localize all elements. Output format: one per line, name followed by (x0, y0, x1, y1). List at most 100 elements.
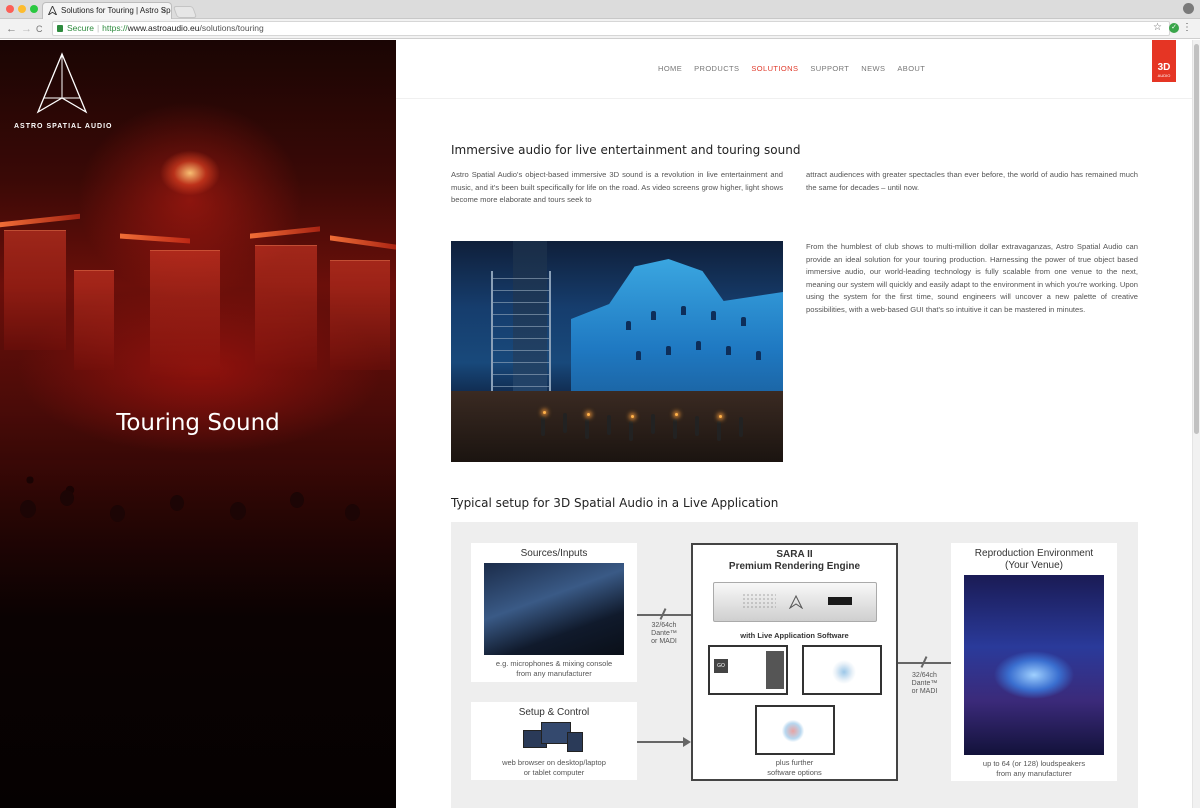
setup-sub1: web browser on desktop/laptop (502, 758, 606, 767)
bookmark-star-icon[interactable]: ☆ (1153, 22, 1162, 34)
photo-performer (739, 417, 743, 437)
maximize-window-button[interactable] (30, 5, 38, 13)
photo-torch (587, 413, 590, 416)
astro-logo[interactable]: ASTRO SPATIAL AUDIO (14, 50, 111, 130)
video-screen (255, 245, 317, 370)
address-separator: | (96, 23, 100, 33)
sara-hardware-image (713, 582, 877, 622)
header-divider (396, 98, 1192, 99)
main-nav: HOME PRODUCTS SOLUTIONS SUPPORT NEWS ABO… (658, 64, 925, 73)
minimize-window-button[interactable] (18, 5, 26, 13)
software-screenshot-2 (802, 645, 882, 695)
link1-line1: 32/64ch (651, 622, 677, 629)
reload-button[interactable]: C (36, 22, 43, 36)
photo-performer (607, 415, 611, 435)
photo-ground (451, 391, 783, 462)
nav-support[interactable]: SUPPORT (810, 64, 849, 73)
nav-home[interactable]: HOME (658, 64, 682, 73)
stage-light (250, 226, 320, 239)
badge-audio-text: AUDIO (1157, 73, 1171, 78)
repro-title: Reproduction Environment (974, 548, 1094, 559)
tab-close-icon[interactable]: × (161, 3, 166, 19)
3d-audio-badge[interactable]: 3D AUDIO (1152, 40, 1176, 82)
server-grill (742, 593, 776, 609)
hero-title: Touring Sound (116, 410, 280, 436)
software-go-button: GO (714, 659, 728, 673)
forward-button[interactable]: → (21, 22, 32, 36)
nav-solutions[interactable]: SOLUTIONS (751, 64, 798, 73)
repro-subtitle: (Your Venue) (1004, 560, 1063, 571)
photo-window (681, 306, 686, 315)
software-screenshot-3 (755, 705, 835, 755)
photo-window (741, 317, 746, 326)
sources-sub2: from any manufacturer (516, 669, 592, 678)
url-host: www.astroaudio.eu (127, 23, 200, 33)
link1-line2: Dante™ (651, 630, 677, 637)
profile-icon[interactable] (1183, 3, 1194, 14)
link1-line3: or MADI (651, 638, 677, 645)
photo-window (711, 311, 716, 320)
address-toolbar: ← → C Secure | https://www.astroaudio.eu/s… (0, 19, 1200, 39)
sara-software-label: with Live Application Software (740, 631, 849, 640)
setup-diagram: Sources/Inputs e.g. microphones & mixing… (451, 522, 1138, 808)
setup-control-box: Setup & Control web browser on desktop/l… (471, 702, 637, 780)
photo-performer (717, 421, 721, 441)
browser-menu-icon[interactable]: ⋮ (1182, 22, 1192, 34)
crowd (0, 460, 396, 808)
photo-window (651, 311, 656, 320)
link2-line3: or MADI (911, 688, 938, 695)
browser-tab[interactable]: Solutions for Touring | Astro Sp × (42, 2, 172, 19)
back-button[interactable]: ← (6, 22, 17, 36)
scrollbar-thumb[interactable] (1194, 44, 1199, 434)
setup-title: Setup & Control (518, 707, 590, 718)
nav-about[interactable]: ABOUT (897, 64, 925, 73)
link2-label: 32/64ch Dante™ or MADI (898, 672, 951, 696)
photo-performer (695, 416, 699, 436)
url-path: /solutions/touring (199, 23, 264, 33)
sources-sub1: e.g. microphones & mixing console (495, 659, 613, 668)
touring-photo (451, 241, 783, 462)
sources-box: Sources/Inputs e.g. microphones & mixing… (471, 543, 637, 682)
crowd-head (60, 490, 74, 506)
photo-window (626, 321, 631, 330)
connector-sources-sara (637, 614, 691, 616)
crowd-head (170, 495, 184, 511)
repro-sub2: from any manufacturer (996, 769, 1072, 778)
astro-favicon-icon (48, 6, 57, 15)
video-screen (74, 270, 114, 370)
device-tablet (567, 732, 583, 752)
software-screenshot-1: GO (708, 645, 788, 695)
setup-sub2: or tablet computer (523, 768, 585, 777)
nav-news[interactable]: NEWS (861, 64, 885, 73)
crowd-head (20, 500, 36, 518)
link2-line2: Dante™ (911, 680, 938, 687)
link2-line1: 32/64ch (912, 672, 937, 679)
extension-check-icon[interactable]: ✓ (1169, 23, 1179, 33)
repro-sub1: up to 64 (or 128) loudspeakers (982, 759, 1086, 768)
section-heading-immersive: Immersive audio for live entertainment a… (451, 143, 801, 157)
page-scrollbar[interactable] (1192, 40, 1200, 808)
stage-light (330, 235, 396, 250)
intro-paragraph-col2: attract audiences with greater spectacle… (806, 170, 1138, 192)
photo-window (726, 346, 731, 355)
section-heading-typical-setup: Typical setup for 3D Spatial Audio in a … (451, 496, 779, 510)
photo-window (636, 351, 641, 360)
stage-light (120, 233, 190, 244)
secure-label: Secure (67, 23, 94, 33)
sources-title: Sources/Inputs (520, 548, 588, 559)
close-window-button[interactable] (6, 5, 14, 13)
mixing-console-image (484, 563, 624, 655)
connector-setup-sara (637, 741, 683, 743)
photo-torch (543, 411, 546, 414)
crowd-head (110, 505, 125, 522)
sara-box: SARA II Premium Rendering Engine with Li… (691, 543, 898, 781)
lock-icon (57, 25, 63, 32)
server-display (828, 597, 852, 605)
hero-panel: ASTRO SPATIAL AUDIO Touring Sound (0, 40, 396, 808)
nav-products[interactable]: PRODUCTS (694, 64, 739, 73)
photo-performer (651, 414, 655, 434)
address-bar[interactable]: Secure | https://www.astroaudio.eu/solutio… (52, 21, 1170, 36)
new-tab-button[interactable] (172, 6, 198, 18)
photo-performer (585, 419, 589, 439)
sara-title: SARA II (776, 549, 813, 560)
